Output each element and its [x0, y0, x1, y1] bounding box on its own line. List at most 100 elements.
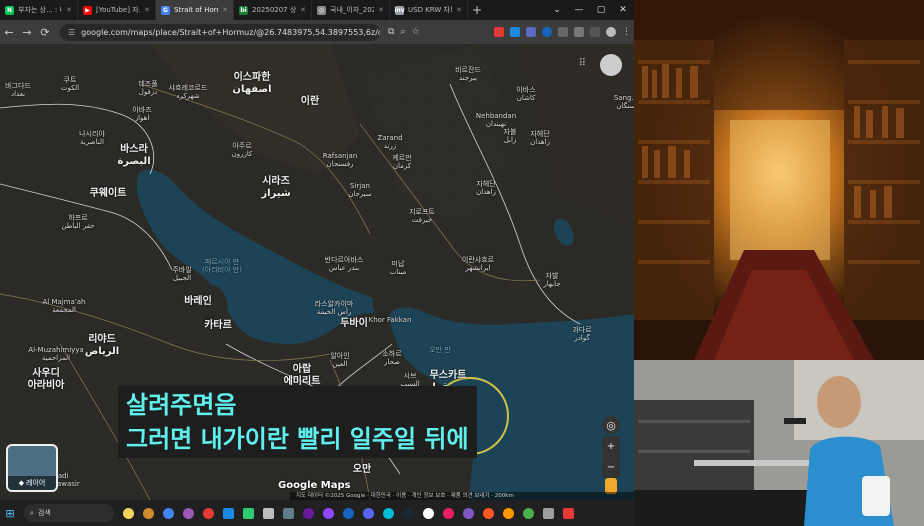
map-place-label[interactable]: 오만 만 [429, 346, 451, 354]
tab-0[interactable]: N 부자는 상... : 네이 ✕ [0, 0, 78, 20]
sidebar-icon[interactable] [590, 27, 600, 37]
map-place-label[interactable]: 이란샤흐르 ایرانشهر [462, 256, 494, 272]
avatar[interactable] [606, 27, 616, 37]
map-place-label[interactable]: 알아인 العين [330, 352, 349, 368]
map-place-label[interactable]: Al Majma'ah المجمعة [43, 298, 86, 314]
taskbar-app-icon[interactable] [439, 504, 457, 522]
extension-icon[interactable] [542, 27, 552, 37]
reload-button[interactable]: ⟳ [36, 26, 54, 39]
map-place-label[interactable]: Khor Fakkan [369, 316, 412, 324]
taskbar-app-icon[interactable] [219, 504, 237, 522]
taskbar-search[interactable]: ⌕ 검색 [24, 504, 114, 522]
map-place-label[interactable]: 이란 [301, 96, 319, 108]
puzzle-icon[interactable] [574, 27, 584, 37]
taskbar-app-icon[interactable] [459, 504, 477, 522]
map-place-label[interactable]: 라스알카이마 رأس الخيمة [315, 300, 354, 316]
map-place-label[interactable]: 자볼 زابل [504, 128, 517, 144]
map-place-label[interactable]: 바레인 [184, 296, 212, 308]
map-place-label[interactable]: 바스라 البصرة [117, 144, 150, 168]
taskbar-app-icon[interactable] [279, 504, 297, 522]
map-place-label[interactable]: 과다르 گوادر [572, 326, 591, 342]
close-window-button[interactable]: ✕ [612, 0, 634, 20]
map-place-label[interactable]: Sang... سنگان [614, 94, 634, 110]
map-place-label[interactable]: 아바즈 اهواز [132, 106, 151, 122]
map-place-label[interactable]: Rafsanjan رفسنجان [323, 152, 358, 168]
zoom-icon[interactable]: ⌕ [400, 27, 405, 37]
back-button[interactable]: ← [0, 26, 18, 39]
tab-search-icon[interactable]: ⌄ [546, 0, 568, 20]
map-place-label[interactable]: 이스파한 اصفهان [232, 72, 271, 96]
map-place-label[interactable]: 소하르 صحار [382, 350, 401, 366]
layer-button[interactable]: ◆ 레이어 [6, 444, 58, 492]
taskbar-app-icon[interactable] [419, 504, 437, 522]
tab-1[interactable]: ▶ [YouTube] 자...✕ [78, 0, 156, 20]
map-place-label[interactable]: Zarand زرند [377, 134, 402, 150]
copilot-icon[interactable] [119, 504, 137, 522]
taskbar-app-icon[interactable] [299, 504, 317, 522]
map-place-label[interactable]: 오만 [353, 464, 371, 476]
extension-icon[interactable] [494, 27, 504, 37]
map-place-label[interactable]: 리야드 الرياض [85, 334, 119, 358]
map-place-label[interactable]: 사우디 아라비아 [28, 368, 65, 392]
map-place-label[interactable]: 바그다드 بغداد [5, 82, 31, 98]
map-place-label[interactable]: 아주르 کازرون [232, 142, 253, 158]
close-tab-icon[interactable]: ✕ [66, 6, 72, 14]
taskbar-app-icon[interactable] [379, 504, 397, 522]
map-place-label[interactable]: 쿠트 الكوت [61, 76, 79, 92]
tab-4[interactable]: ◎ 국내_이자_2025... ✕ [312, 0, 390, 20]
map-place-label[interactable]: 비르잔드 بیرجند [455, 66, 481, 82]
taskbar-app-icon[interactable] [259, 504, 277, 522]
map-place-label[interactable]: 아랍 에미리트 [284, 364, 321, 388]
map-place-label[interactable]: 시라즈 شیراز [261, 176, 290, 200]
map-place-label[interactable]: 하프르 حفر الباطن [61, 214, 94, 230]
taskbar-app-icon[interactable] [479, 504, 497, 522]
map-place-label[interactable]: 자발 جابهار [543, 272, 560, 288]
new-tab-button[interactable]: + [468, 0, 486, 20]
taskbar-app-icon[interactable] [519, 504, 537, 522]
map-place-label[interactable]: 자헤단 زاهدان [476, 180, 496, 196]
zoom-out-button[interactable]: − [607, 462, 615, 473]
close-tab-icon[interactable]: ✕ [378, 6, 384, 14]
taskbar-app-icon[interactable] [319, 504, 337, 522]
extension-icon[interactable] [510, 27, 520, 37]
zoom-in-button[interactable]: + [607, 441, 615, 452]
maximize-button[interactable]: ▢ [590, 0, 612, 20]
chrome-icon[interactable] [159, 504, 177, 522]
extension-icon[interactable] [558, 27, 568, 37]
taskbar-app-icon[interactable] [399, 504, 417, 522]
close-tab-icon[interactable]: ✕ [144, 6, 150, 14]
map-place-label[interactable]: 데즈풀 دزفول [138, 80, 157, 96]
map-place-label[interactable]: 페르시아 만 (아라비아 만) [202, 258, 242, 274]
start-button[interactable]: ⊞ [1, 504, 19, 522]
taskbar-app-icon[interactable] [359, 504, 377, 522]
map-place-label[interactable]: 샤흐레코르드 شهرکرد [169, 84, 208, 100]
apps-grid-icon[interactable]: ⠿ [579, 58, 586, 69]
taskbar-app-icon[interactable] [559, 504, 577, 522]
tab-5[interactable]: inv USD KRW 차트 ✕ [390, 0, 468, 20]
extension-icon[interactable] [526, 27, 536, 37]
map-place-label[interactable]: Sirjan سیرجان [348, 182, 371, 198]
map-place-label[interactable]: 지로프트 جیرفت [409, 208, 435, 224]
map-place-label[interactable]: 아바스 کاشان [516, 86, 535, 102]
menu-icon[interactable]: ⋮ [622, 27, 631, 37]
site-info-icon[interactable]: ☰ [68, 28, 75, 37]
map-place-label[interactable]: 나시리야 الناصرية [79, 130, 105, 146]
taskbar-app-icon[interactable] [139, 504, 157, 522]
map-place-label[interactable]: 반다르아바스 بندر عباس [325, 256, 364, 272]
bookmark-star-icon[interactable]: ☆ [411, 27, 419, 37]
taskbar-app-icon[interactable] [499, 504, 517, 522]
map-place-label[interactable]: 주바일 الجبيل [172, 266, 191, 282]
minimize-button[interactable]: — [568, 0, 590, 20]
close-tab-icon[interactable]: ✕ [300, 6, 306, 14]
tab-3[interactable]: bi 20250207 상사...✕ [234, 0, 312, 20]
map-place-label[interactable]: 미납 میناب [390, 260, 407, 276]
map-place-label[interactable]: 케르만 کرمان [392, 154, 411, 170]
tab-2[interactable]: G Strait of Hormu ✕ [156, 0, 234, 20]
map-place-label[interactable]: 카타르 [204, 320, 232, 332]
map-place-label[interactable]: 두바이 [340, 318, 368, 330]
my-location-icon[interactable]: ◎ [602, 416, 620, 434]
map-place-label[interactable]: 쿠웨이트 [90, 188, 127, 200]
address-bar[interactable]: ☰ google.com/maps/place/Strait+of+Hormuz… [60, 23, 380, 41]
taskbar-app-icon[interactable] [199, 504, 217, 522]
taskbar-app-icon[interactable] [179, 504, 197, 522]
